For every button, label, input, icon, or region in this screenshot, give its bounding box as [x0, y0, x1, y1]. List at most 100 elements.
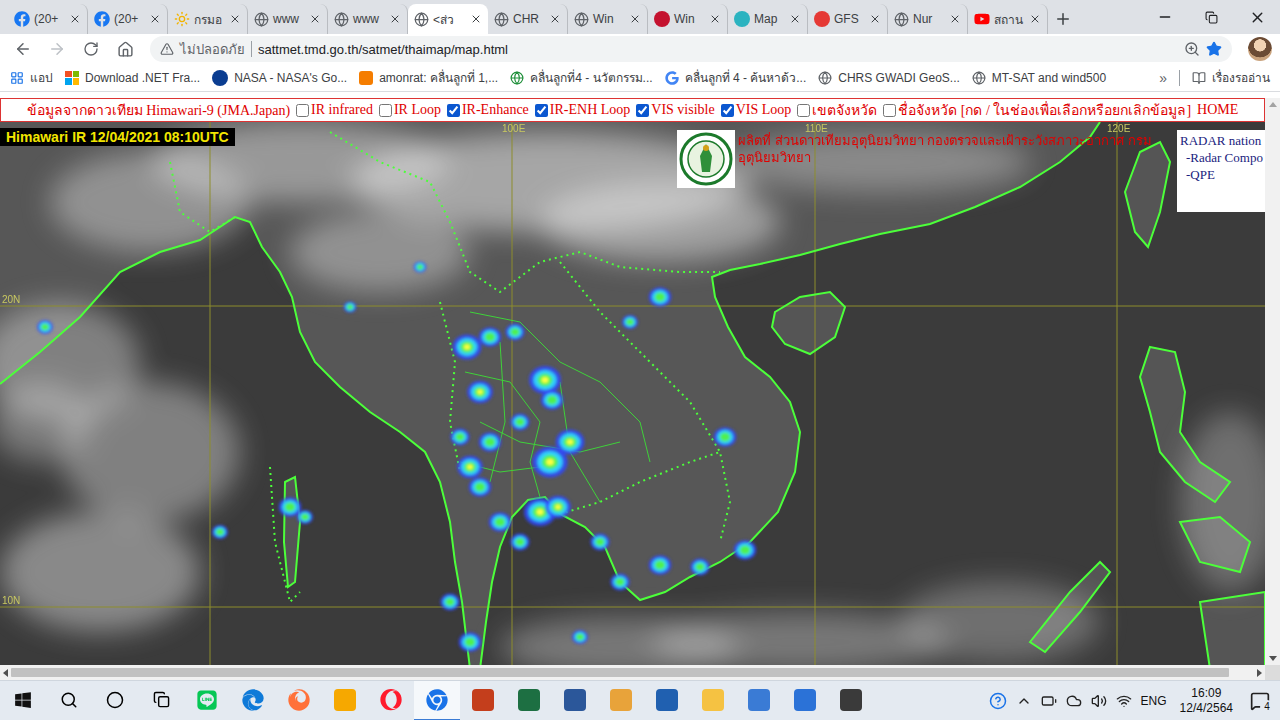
browser-tab[interactable]: www: [328, 4, 408, 34]
bookmark[interactable]: แอป: [10, 68, 53, 87]
close-button[interactable]: [1234, 0, 1280, 34]
browser-tab[interactable]: กรมอ: [168, 4, 248, 34]
close-icon[interactable]: [470, 13, 482, 25]
taskbar-app[interactable]: [690, 681, 736, 720]
browser-tab[interactable]: Nur: [888, 4, 968, 34]
start-button[interactable]: [0, 681, 46, 720]
layer-checkbox[interactable]: [797, 104, 810, 117]
layer-checkbox[interactable]: [296, 104, 309, 117]
taskbar-app[interactable]: [276, 681, 322, 720]
browser-tab[interactable]: (20+: [88, 4, 168, 34]
layer-checkbox[interactable]: [379, 104, 392, 117]
radar-link[interactable]: -QPE: [1180, 166, 1265, 183]
bookmark[interactable]: Download .NET Fra...: [65, 71, 200, 85]
home-button[interactable]: [110, 35, 140, 63]
address-bar[interactable]: ไม่ปลอดภัยsattmet.tmd.go.th/satmet/thaim…: [150, 36, 1232, 62]
taskbar-app[interactable]: [184, 681, 230, 720]
taskbar-app[interactable]: [782, 681, 828, 720]
help-icon[interactable]: [989, 692, 1007, 710]
bookmark[interactable]: MT-SAT and wind500: [972, 71, 1106, 85]
scroll-down-icon[interactable]: [1269, 656, 1277, 661]
bookmark[interactable]: CHRS GWADI GeoS...: [818, 71, 960, 85]
layer-option[interactable]: IR-ENH Loop: [535, 102, 631, 118]
reload-button[interactable]: [76, 35, 106, 63]
restore-button[interactable]: [1188, 0, 1234, 34]
scroll-left-icon[interactable]: [3, 669, 8, 677]
browser-tab[interactable]: Win: [648, 4, 728, 34]
clock[interactable]: 16:0912/4/2564: [1176, 686, 1237, 716]
bookmark[interactable]: NASA - NASA's Go...: [212, 70, 347, 86]
new-tab-button[interactable]: [1048, 4, 1078, 34]
notifications-button[interactable]: 4: [1246, 687, 1274, 715]
close-icon[interactable]: [709, 13, 721, 25]
layer-checkbox[interactable]: [721, 104, 734, 117]
bookmark[interactable]: amonrat: คลื่นลูกที่ 1,...: [359, 68, 498, 87]
layer-option[interactable]: IR infrared: [296, 102, 373, 118]
taskbar-app[interactable]: [506, 681, 552, 720]
volume-icon[interactable]: [1091, 693, 1107, 709]
wifi-icon[interactable]: [1116, 693, 1132, 709]
taskbar-app[interactable]: [828, 681, 874, 720]
bookmark[interactable]: คลื่นลูกที่4 - นวัตกรรม...: [510, 68, 652, 87]
battery-icon[interactable]: [1041, 693, 1057, 709]
task-view-button[interactable]: [138, 681, 184, 720]
close-icon[interactable]: [69, 13, 81, 25]
search-button[interactable]: [46, 681, 92, 720]
bookmark[interactable]: คลื่นลูกที่ 4 - ค้นหาด้ว...: [665, 68, 807, 87]
browser-tab[interactable]: (20+: [8, 4, 88, 34]
close-icon[interactable]: [1029, 13, 1041, 25]
taskbar-app[interactable]: [736, 681, 782, 720]
horizontal-scrollbar[interactable]: [0, 665, 1280, 680]
cloud-icon[interactable]: [1066, 693, 1082, 709]
browser-tab[interactable]: GFS: [808, 4, 888, 34]
scroll-right-icon[interactable]: [1257, 669, 1262, 677]
layer-option[interactable]: เขตจังหวัด: [797, 99, 877, 121]
close-icon[interactable]: [389, 13, 401, 25]
more-bookmarks[interactable]: »: [1159, 70, 1167, 86]
layer-option[interactable]: IR Loop: [379, 102, 441, 118]
browser-tab[interactable]: www: [248, 4, 328, 34]
close-icon[interactable]: [869, 13, 881, 25]
taskbar-app[interactable]: [414, 681, 460, 720]
layer-checkbox[interactable]: [636, 104, 649, 117]
vertical-scrollbar[interactable]: [1265, 98, 1280, 665]
layer-option[interactable]: VIS Loop: [721, 102, 792, 118]
layer-option[interactable]: VIS visible: [636, 102, 714, 118]
browser-tab[interactable]: Map: [728, 4, 808, 34]
taskbar-app[interactable]: [368, 681, 414, 720]
scroll-track[interactable]: [11, 668, 1254, 677]
layer-option[interactable]: ชื่อจังหวัด [กด / ในช่องเพื่อเลือกหรือยก…: [883, 99, 1191, 121]
scroll-thumb[interactable]: [11, 668, 1229, 677]
taskbar-app[interactable]: [230, 681, 276, 720]
radar-link[interactable]: RADAR nation: [1180, 132, 1265, 149]
close-icon[interactable]: [949, 13, 961, 25]
language[interactable]: ENG: [1141, 694, 1167, 708]
browser-tab[interactable]: Win: [568, 4, 648, 34]
taskbar-app[interactable]: [598, 681, 644, 720]
close-icon[interactable]: [309, 13, 321, 25]
taskbar-app[interactable]: [552, 681, 598, 720]
close-icon[interactable]: [789, 13, 801, 25]
layer-checkbox[interactable]: [535, 104, 548, 117]
taskbar-app[interactable]: [322, 681, 368, 720]
scroll-up-icon[interactable]: [1269, 102, 1277, 107]
home-link[interactable]: HOME: [1197, 102, 1238, 118]
profile-avatar[interactable]: [1248, 37, 1272, 61]
zoom-icon[interactable]: [1184, 41, 1200, 57]
back-button[interactable]: [8, 35, 38, 63]
close-icon[interactable]: [229, 13, 241, 25]
browser-tab[interactable]: CHR: [488, 4, 568, 34]
browser-tab[interactable]: <ส่ว: [408, 4, 488, 34]
layer-checkbox[interactable]: [447, 104, 460, 117]
layer-option[interactable]: IR-Enhance: [447, 102, 529, 118]
browser-tab[interactable]: สถาน: [968, 4, 1048, 34]
layer-checkbox[interactable]: [883, 104, 896, 117]
radar-link[interactable]: -Radar Compo: [1180, 149, 1265, 166]
close-icon[interactable]: [549, 13, 561, 25]
reading-list[interactable]: เรื่องรออ่าน: [1192, 68, 1270, 87]
taskbar-app[interactable]: [644, 681, 690, 720]
chevron-up-icon[interactable]: [1016, 693, 1032, 709]
taskbar-app[interactable]: [460, 681, 506, 720]
cortana-button[interactable]: [92, 681, 138, 720]
minimize-button[interactable]: [1142, 0, 1188, 34]
